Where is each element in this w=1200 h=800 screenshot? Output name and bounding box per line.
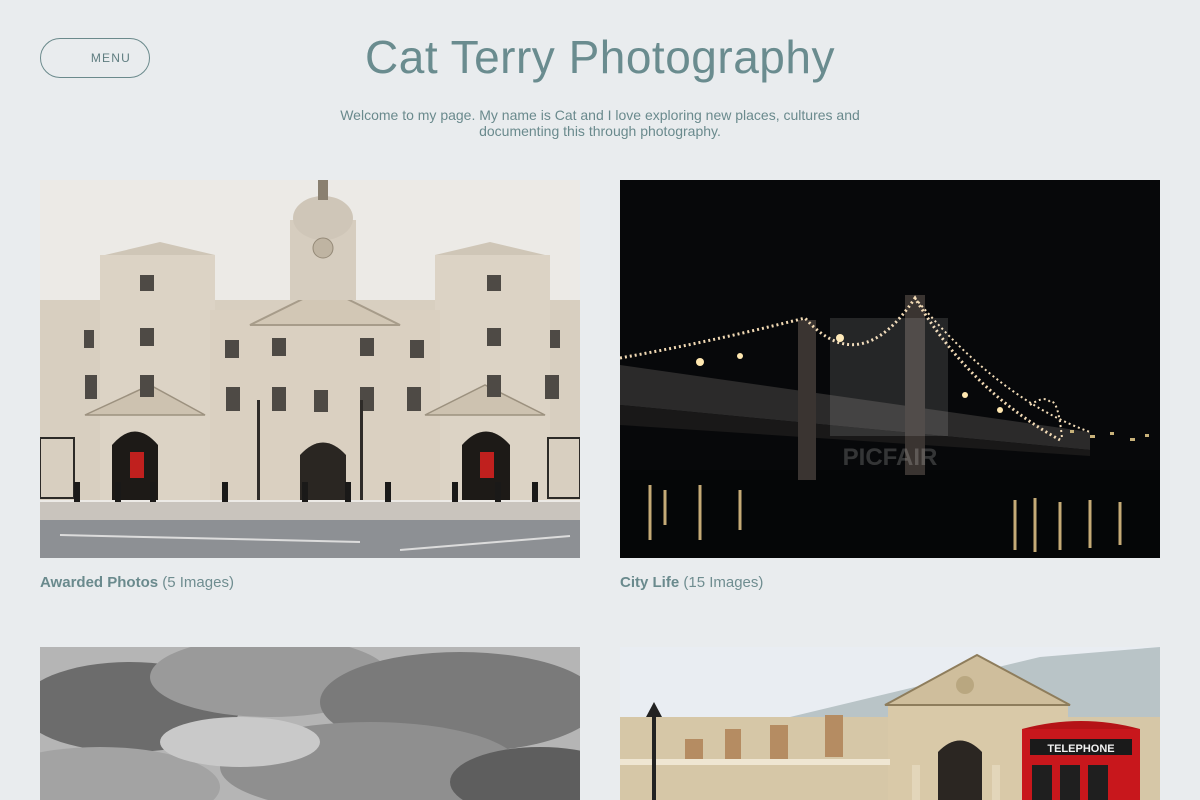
watermark: PICFAIR — [843, 444, 938, 471]
gallery-item: Awarded Photos (5 Images) — [40, 180, 580, 591]
intro-text: Welcome to my page. My name is Cat and I… — [340, 107, 860, 139]
gallery-title[interactable]: City Life — [620, 574, 679, 591]
phone-box-sign: TELEPHONE — [1047, 743, 1114, 755]
site-title: Cat Terry Photography — [365, 31, 835, 83]
gallery-item: TELEPHONE — [620, 647, 1160, 800]
gallery-item: PICFAIR City Life (15 Images) — [620, 180, 1160, 591]
gallery-title[interactable]: Awarded Photos — [40, 574, 158, 591]
gallery-caption: City Life (15 Images) — [620, 574, 1160, 591]
gallery-thumbnail-cloudy-sky[interactable] — [40, 647, 580, 800]
gallery-item — [40, 647, 580, 800]
gallery-thumbnail-market-hall[interactable]: TELEPHONE — [620, 647, 1160, 800]
gallery-caption: Awarded Photos (5 Images) — [40, 574, 580, 591]
gallery-thumbnail-city-life[interactable]: PICFAIR — [620, 180, 1160, 558]
gallery-count: (5 Images) — [162, 574, 234, 591]
gallery-count: (15 Images) — [683, 574, 764, 591]
gallery-thumbnail-awarded-photos[interactable] — [40, 180, 580, 558]
